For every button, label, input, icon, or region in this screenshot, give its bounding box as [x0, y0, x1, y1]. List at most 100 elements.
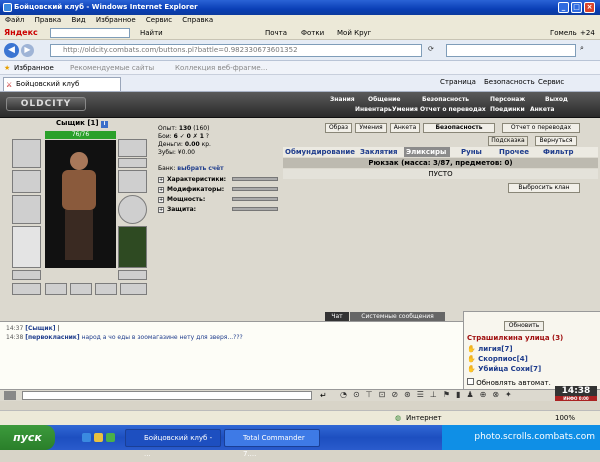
- ring-slot-2[interactable]: [120, 283, 147, 295]
- nav-knowledge[interactable]: Знания: [330, 96, 355, 103]
- tab-elixirs[interactable]: Эликсиры: [404, 147, 450, 157]
- tab-combats[interactable]: ⚔ Бойцовский клуб: [3, 77, 121, 91]
- defense-label[interactable]: Защита:: [167, 206, 196, 213]
- search-icon[interactable]: ⌕: [580, 44, 584, 53]
- favorites-label[interactable]: Избранное: [14, 61, 54, 75]
- boots-slot[interactable]: [118, 270, 147, 280]
- profile-button[interactable]: Анкета: [390, 123, 420, 133]
- close-button[interactable]: ×: [584, 2, 595, 13]
- menu-tools[interactable]: Сервис: [146, 16, 172, 24]
- chat-tab[interactable]: Чат: [325, 312, 349, 321]
- user-list-item[interactable]: ✋ Убийца Сохи[7]: [467, 365, 541, 373]
- drop-clan-button[interactable]: Выбросить клан: [508, 183, 580, 193]
- auto-refresh-row[interactable]: Обновлять автомат.: [467, 378, 551, 387]
- earring-slot[interactable]: [118, 139, 147, 157]
- bank-select-link[interactable]: выбрать счёт: [177, 165, 223, 172]
- menu-help[interactable]: Справка: [182, 16, 213, 24]
- tab-equipment[interactable]: Обмундирование: [285, 147, 355, 157]
- user-list-item[interactable]: ✋ Скорпиос[4]: [467, 355, 528, 363]
- chat-tools-icons[interactable]: ◔⊙⊤⊡⊘⊛☰⊥⚑▮♟⊕⊗✦: [340, 390, 518, 399]
- modifiers-label[interactable]: Модификаторы:: [167, 186, 224, 193]
- return-button[interactable]: Вернуться: [535, 136, 577, 146]
- characteristics-label[interactable]: Характеристики:: [167, 176, 226, 183]
- yandex-photos-link[interactable]: Фотки: [301, 26, 324, 40]
- hint-button[interactable]: Подсказка: [488, 136, 528, 146]
- maximize-button[interactable]: □: [571, 2, 582, 13]
- skills-button[interactable]: Умения: [355, 123, 387, 133]
- tools-menu[interactable]: Сервис: [538, 78, 564, 86]
- transfer-report-button[interactable]: Отчет о переводах: [502, 123, 580, 133]
- quicklaunch-folder-icon[interactable]: [94, 433, 103, 442]
- nav-communication[interactable]: Общение: [368, 96, 400, 103]
- minimize-button[interactable]: _: [558, 2, 569, 13]
- tab-spells[interactable]: Заклятия: [360, 147, 398, 157]
- webslice-gallery-link[interactable]: Коллекция веб-фрагме...: [175, 61, 267, 75]
- start-button[interactable]: пуск: [0, 425, 55, 450]
- taskbar-window-totalcmd[interactable]: Total Commander 7....: [224, 429, 320, 458]
- nav-character[interactable]: Персонаж: [490, 96, 525, 103]
- user-name[interactable]: лигия: [478, 345, 501, 353]
- necklace-slot[interactable]: [118, 158, 147, 168]
- system-messages-tab[interactable]: Системные сообщения: [350, 312, 445, 321]
- armor-slot[interactable]: [12, 226, 41, 268]
- expand-characteristics-icon[interactable]: +: [158, 177, 164, 183]
- user-name[interactable]: Скорпиос: [478, 355, 516, 363]
- quicklaunch-desktop-icon[interactable]: [106, 433, 115, 442]
- pocket-slot-2[interactable]: [70, 283, 92, 295]
- expand-defense-icon[interactable]: +: [158, 207, 164, 213]
- menu-edit[interactable]: Правка: [35, 16, 62, 24]
- subnav-skills[interactable]: Умения: [392, 106, 418, 113]
- tab-filter[interactable]: Фильтр: [543, 147, 573, 157]
- security-button[interactable]: Безопасность: [423, 123, 495, 133]
- belt-slot[interactable]: [12, 270, 41, 280]
- tab-runes[interactable]: Руны: [461, 147, 482, 157]
- pants-slot[interactable]: [118, 226, 147, 268]
- info-icon[interactable]: i: [101, 121, 109, 128]
- user-list-item[interactable]: ✋ лигия[7]: [467, 345, 513, 353]
- safety-menu[interactable]: Безопасность: [484, 78, 535, 86]
- ring-slot[interactable]: [12, 283, 41, 295]
- refresh-button[interactable]: Обновить: [504, 321, 544, 331]
- helmet-slot[interactable]: [12, 139, 41, 168]
- amulet-slot[interactable]: [12, 170, 41, 193]
- expand-modifiers-icon[interactable]: +: [158, 187, 164, 193]
- subnav-transfer-report[interactable]: Отчет о переводах: [420, 106, 486, 113]
- tab-other[interactable]: Прочее: [499, 147, 529, 157]
- page-menu[interactable]: Страница: [440, 78, 476, 86]
- recommended-sites-link[interactable]: Рекомендуемые сайты: [70, 61, 154, 75]
- quicklaunch-ie-icon[interactable]: [82, 433, 91, 442]
- send-arrow-icon[interactable]: ↵: [320, 391, 327, 400]
- yandex-find-button[interactable]: Найти: [140, 26, 163, 40]
- zoom-level[interactable]: 100%: [555, 411, 575, 425]
- back-arrow-icon[interactable]: ◀: [4, 43, 19, 58]
- gloves-slot[interactable]: [118, 170, 147, 193]
- yandex-mail-link[interactable]: Почта: [265, 26, 287, 40]
- nav-exit[interactable]: Выход: [545, 96, 568, 103]
- shield-slot[interactable]: [118, 195, 147, 224]
- weapon-slot[interactable]: [12, 195, 41, 224]
- nav-security[interactable]: Безопасность: [422, 96, 469, 103]
- chat-mode-icon[interactable]: [4, 391, 16, 400]
- menu-view[interactable]: Вид: [71, 16, 85, 24]
- chat-user[interactable]: [первокласник]: [25, 334, 79, 341]
- yandex-search-input[interactable]: [50, 28, 130, 38]
- pocket-slot-1[interactable]: [45, 283, 67, 295]
- menu-file[interactable]: Файл: [5, 16, 24, 24]
- taskbar-window-combats[interactable]: Бойцовский клуб - ...: [125, 429, 221, 458]
- user-name[interactable]: Убийца Сохи: [478, 365, 530, 373]
- address-input[interactable]: http://oldcity.combats.com/buttons.pl?ba…: [50, 44, 422, 57]
- expand-power-icon[interactable]: +: [158, 197, 164, 203]
- image-button[interactable]: Образ: [325, 123, 352, 133]
- favorites-star-icon[interactable]: ★: [4, 61, 10, 75]
- subnav-fights[interactable]: Поединки: [490, 106, 525, 113]
- refresh-icon[interactable]: ⟳: [428, 45, 434, 53]
- pocket-slot-3[interactable]: [95, 283, 117, 295]
- chat-input[interactable]: [22, 391, 312, 400]
- chat-user[interactable]: [Сыщик]: [25, 325, 55, 332]
- menu-favorites[interactable]: Избранное: [96, 16, 136, 24]
- auto-refresh-checkbox[interactable]: [467, 378, 474, 385]
- subnav-inventory[interactable]: Инвентарь: [355, 106, 392, 113]
- forward-arrow-icon[interactable]: ▶: [21, 44, 34, 57]
- subnav-profile[interactable]: Анкета: [530, 106, 554, 113]
- power-label[interactable]: Мощность:: [167, 196, 205, 203]
